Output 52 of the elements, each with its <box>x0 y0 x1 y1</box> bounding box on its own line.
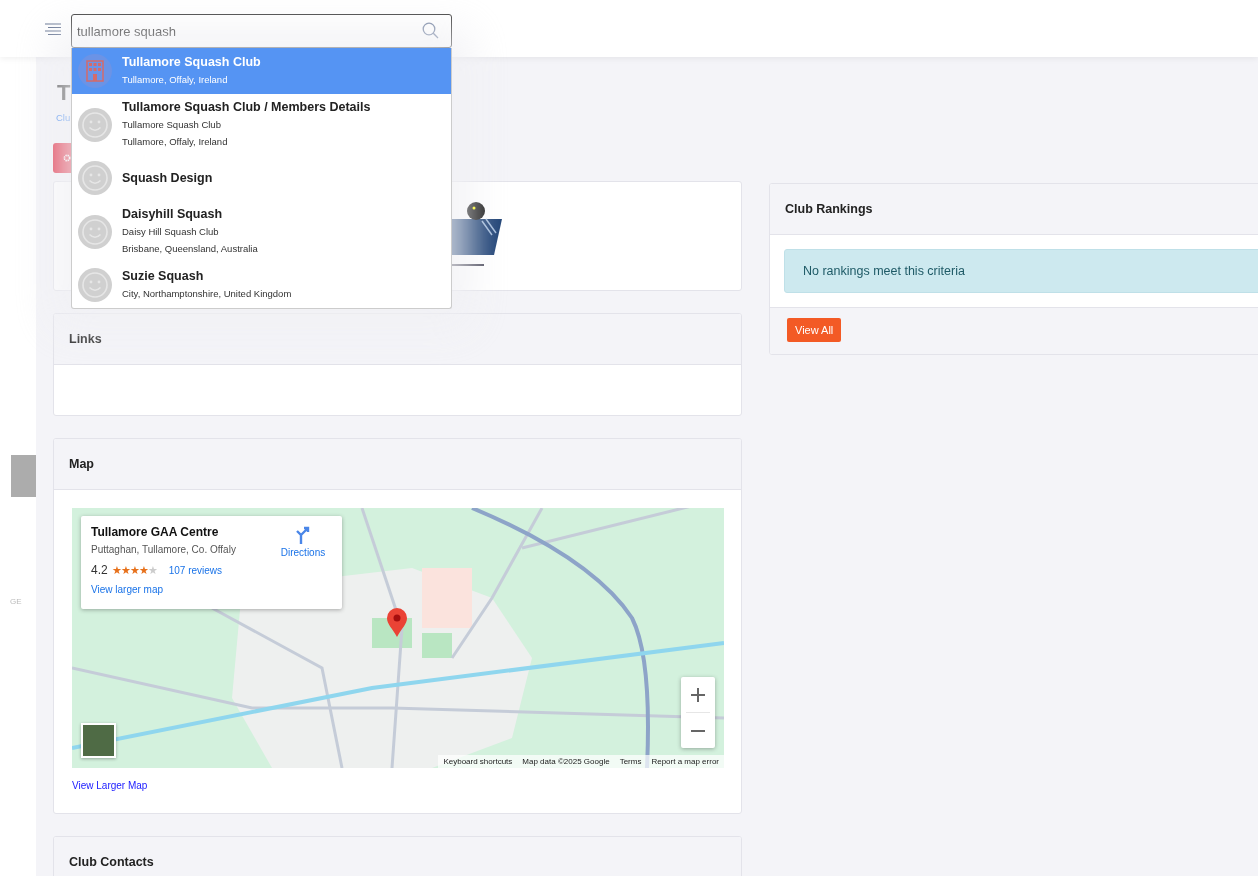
star-icon: ★ <box>111 563 121 576</box>
map-pin-icon <box>386 608 408 638</box>
building-icon <box>78 54 112 88</box>
suggestion-item[interactable]: Daisyhill Squash Daisy Hill Squash Club Brisbane, Queensland, Australia <box>72 201 451 262</box>
search-field[interactable]: tullamore squash <box>71 14 452 48</box>
suggestion-detail: City, Northamptonshire, United Kingdom <box>122 287 292 301</box>
satellite-toggle[interactable] <box>81 723 116 758</box>
smiley-avatar-icon <box>78 214 112 249</box>
card-title: Map <box>69 457 94 471</box>
suggestion-detail: Tullamore, Offaly, Ireland <box>122 135 229 149</box>
directions-link[interactable]: Directions <box>278 526 328 558</box>
reviews-link[interactable]: 107 reviews <box>168 564 223 576</box>
view-larger-map-link[interactable]: View Larger Map <box>72 780 148 791</box>
place-address: Puttaghan, Tullamore, Co. Offaly <box>91 544 236 555</box>
card-title: Club Contacts <box>69 855 154 869</box>
suggestion-item[interactable]: Squash Design <box>72 155 451 201</box>
empty-message: No rankings meet this criteria <box>784 249 1258 293</box>
suggestion-title: Suzie Squash <box>122 268 205 285</box>
card-title: Links <box>69 332 102 346</box>
star-icon: ★ <box>120 563 130 576</box>
star-icon: ★ <box>138 563 148 576</box>
star-icon: ★ <box>147 563 157 576</box>
suggestion-title: Squash Design <box>122 169 213 187</box>
suggestion-detail: Daisy Hill Squash Club <box>122 225 220 239</box>
suggestion-detail: Tullamore, Offaly, Ireland <box>122 73 229 87</box>
suggestion-title: Tullamore Squash Club / Members Details <box>122 99 371 116</box>
directions-icon <box>295 526 311 544</box>
page-title: T <box>57 80 71 106</box>
map-footer-link[interactable]: Report a map error <box>651 757 719 766</box>
card-title: Club Rankings <box>785 202 873 216</box>
suggestion-item[interactable]: Tullamore Squash Club / Members Details Tullamore Squash Club Tullamore, Offaly, Ireland <box>72 94 451 155</box>
smiley-avatar-icon <box>78 107 112 142</box>
star-icon: ★ <box>129 563 139 576</box>
rating-value: 4.2 <box>91 563 108 577</box>
minus-icon <box>691 729 705 732</box>
smiley-avatar-icon <box>78 268 112 302</box>
map-footer-link[interactable]: Keyboard shortcuts <box>443 757 513 766</box>
plus-icon <box>691 687 705 702</box>
larger-map-link[interactable]: View larger map <box>91 584 332 595</box>
suggestion-item[interactable]: Suzie Squash City, Northamptonshire, United Kingdom <box>72 262 451 308</box>
settings-button[interactable] <box>53 143 71 173</box>
search-icon[interactable] <box>422 22 439 39</box>
suggestion-title: Daisyhill Squash <box>122 206 224 223</box>
map-footer-link[interactable]: Terms <box>619 757 642 766</box>
menu-icon[interactable] <box>45 23 61 36</box>
map-footer-link[interactable]: Map data ©2025 Google <box>522 757 610 766</box>
suggestion-detail: Brisbane, Queensland, Australia <box>122 242 258 256</box>
place-name: Tullamore GAA Centre <box>91 525 219 539</box>
suggestion-detail: Tullamore Squash Club <box>122 118 222 132</box>
smiley-avatar-icon <box>78 161 112 195</box>
side-label: GE <box>10 597 23 606</box>
suggestion-title: Tullamore Squash Club <box>122 54 261 71</box>
